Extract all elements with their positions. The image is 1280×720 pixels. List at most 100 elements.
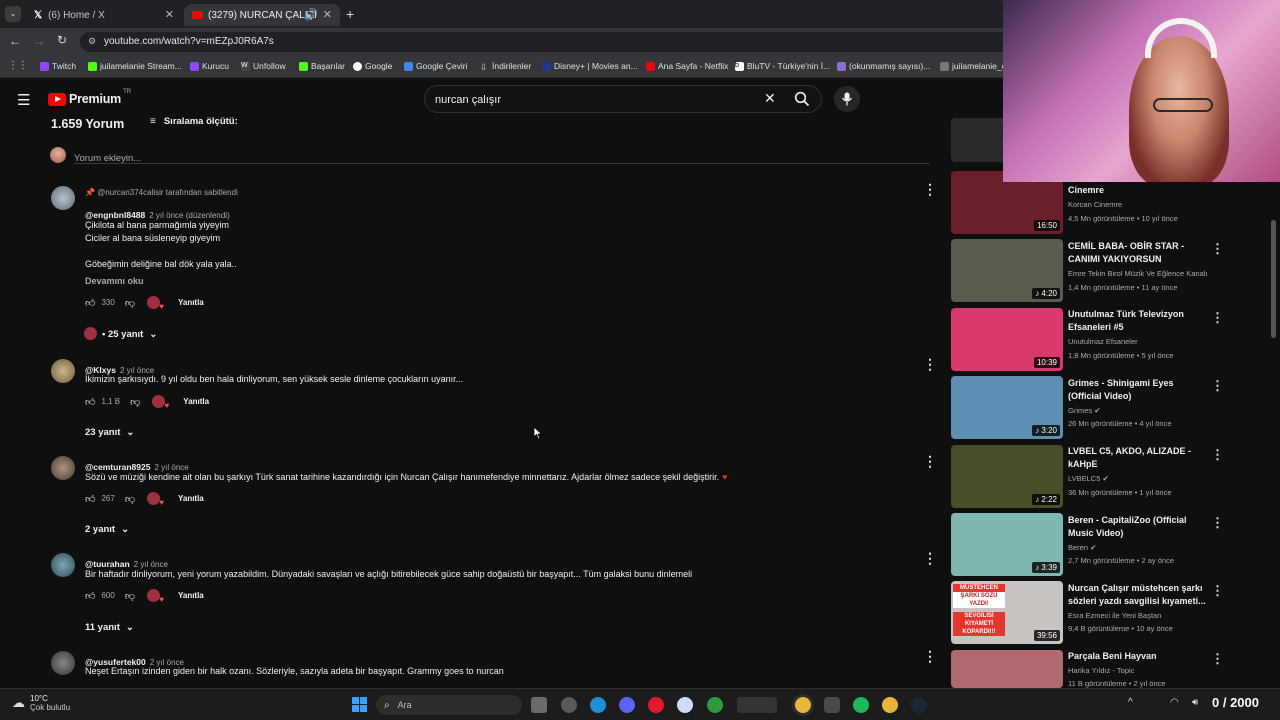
- site-info-icon[interactable]: ⚙: [88, 36, 96, 47]
- bookmark-kurucu[interactable]: Kurucu: [190, 61, 229, 71]
- bookmark-blutv[interactable]: b BluTV - Türkiye'nin İ...: [735, 61, 830, 71]
- bookmark-indirilenler[interactable]: ⇩ İndirilenler: [480, 61, 531, 72]
- channel-name[interactable]: Beren ✔: [1068, 543, 1096, 552]
- tray-chevron-icon[interactable]: ^: [1128, 697, 1133, 708]
- more-actions-icon[interactable]: ⋮: [1211, 515, 1224, 531]
- reply-button[interactable]: Yanıtla: [178, 591, 204, 600]
- wifi-icon[interactable]: ◠: [1170, 697, 1179, 708]
- channel-name[interactable]: Esra Ezmeci ile Yeni Baştan: [1068, 611, 1161, 620]
- bookmark-unfollow[interactable]: W Unfollow: [241, 61, 286, 71]
- like-icon[interactable]: 👍︎: [85, 297, 95, 309]
- discord-icon[interactable]: [619, 697, 635, 713]
- bookmark-juilamelanie[interactable]: juilamelanie_c: [940, 61, 1006, 71]
- bookmark-disney[interactable]: Disney+ | Movies an...: [542, 61, 638, 71]
- taskview-icon[interactable]: [561, 697, 577, 713]
- video-thumbnail[interactable]: [951, 650, 1063, 688]
- reply-button[interactable]: Yanıtla: [178, 298, 204, 307]
- tab-search-icon[interactable]: ⌄: [5, 6, 21, 22]
- speaker-icon[interactable]: 🔊: [304, 8, 318, 21]
- back-icon[interactable]: ←: [9, 34, 21, 48]
- weather-widget[interactable]: ☁ 10°C Çok bulutlu: [12, 694, 70, 712]
- steam-icon[interactable]: [911, 697, 927, 713]
- clear-search-icon[interactable]: ✕: [764, 90, 776, 107]
- like-icon[interactable]: 👍︎: [85, 590, 95, 602]
- more-actions-icon[interactable]: ⋮: [923, 551, 937, 565]
- bookmark-mail[interactable]: (okunmamış sayısı)...: [837, 61, 930, 71]
- dislike-icon[interactable]: 👎︎: [125, 493, 135, 505]
- channel-name[interactable]: Grimes ✔: [1068, 406, 1101, 415]
- page-scrollbar[interactable]: [1271, 220, 1276, 338]
- avatar[interactable]: [51, 651, 75, 675]
- video-title[interactable]: Parçala Beni Hayvan: [1068, 650, 1208, 663]
- more-actions-icon[interactable]: ⋮: [923, 649, 937, 663]
- tab-youtube[interactable]: (3279) NURCAN ÇALIŞIR: Ba 🔊 ✕: [184, 4, 340, 26]
- spotify-icon[interactable]: [853, 697, 869, 713]
- avatar[interactable]: [51, 359, 75, 383]
- chrome-icon[interactable]: [882, 697, 898, 713]
- replies-toggle[interactable]: • 25 yanıt ⌄: [102, 329, 157, 340]
- replies-toggle[interactable]: 2 yanıt ⌄: [85, 524, 129, 535]
- start-button[interactable]: [352, 697, 367, 712]
- bookmark-basarilar[interactable]: Başarılar: [299, 61, 345, 71]
- menu-icon[interactable]: ☰: [17, 91, 30, 109]
- dislike-icon[interactable]: 👎︎: [130, 396, 140, 408]
- voice-search-button[interactable]: [834, 86, 860, 112]
- apps-icon[interactable]: ⋮⋮: [8, 60, 28, 71]
- search-button[interactable]: [788, 86, 816, 112]
- youtube-logo[interactable]: Premium TR: [48, 89, 131, 106]
- new-tab-button[interactable]: +: [346, 6, 354, 22]
- more-actions-icon[interactable]: ⋮: [1211, 447, 1224, 463]
- kick-icon[interactable]: [737, 697, 777, 713]
- more-actions-icon[interactable]: ⋮: [1211, 310, 1224, 326]
- more-actions-icon[interactable]: ⋮: [1211, 378, 1224, 394]
- dislike-icon[interactable]: 👎︎: [125, 297, 135, 309]
- video-title[interactable]: Nurcan Çalışır müstehcen şarkı sözleri y…: [1068, 582, 1208, 608]
- dislike-icon[interactable]: 👎︎: [125, 590, 135, 602]
- sort-button[interactable]: ≡ Sıralama ölçütü:: [150, 116, 238, 127]
- xbox-icon[interactable]: [707, 697, 723, 713]
- bookmark-google[interactable]: Google: [353, 61, 392, 71]
- like-icon[interactable]: 👍︎: [85, 493, 95, 505]
- channel-name[interactable]: Korcan Cinemre: [1068, 200, 1122, 209]
- search-input[interactable]: nurcan çalışır: [424, 85, 822, 113]
- volume-icon[interactable]: 🔊︎: [1192, 697, 1198, 708]
- video-thumbnail[interactable]: ♪ 4:20: [951, 239, 1063, 302]
- channel-name[interactable]: LVBELC5 ✔: [1068, 474, 1109, 483]
- app-icon[interactable]: [677, 697, 693, 713]
- avatar[interactable]: [51, 456, 75, 480]
- video-title[interactable]: CEMİL BABA- OBİR STAR - CANIMI YAKIYORSU…: [1068, 240, 1208, 266]
- add-comment-input[interactable]: Yorum ekleyin...: [74, 148, 930, 164]
- video-title[interactable]: Grimes - Shinigami Eyes (Official Video): [1068, 377, 1208, 403]
- video-title[interactable]: Cinemre: [1068, 184, 1208, 197]
- bookmark-netflix[interactable]: Ana Sayfa - Netflix: [646, 61, 728, 71]
- video-thumbnail[interactable]: ♪ 3:20: [951, 376, 1063, 439]
- read-more-button[interactable]: Devamını oku: [85, 276, 144, 286]
- video-title[interactable]: Beren - CapitaliZoo (Official Music Vide…: [1068, 514, 1208, 540]
- more-actions-icon[interactable]: ⋮: [923, 182, 937, 196]
- close-tab-icon[interactable]: ✕: [165, 8, 174, 21]
- bookmark-twitch[interactable]: Twitch: [40, 61, 76, 71]
- bookmark-stream[interactable]: juilamelanie Stream...: [88, 61, 182, 71]
- replies-toggle[interactable]: 11 yanıt ⌄: [85, 622, 134, 633]
- forward-icon[interactable]: →: [33, 34, 45, 48]
- replies-toggle[interactable]: 23 yanıt ⌄: [85, 427, 134, 438]
- channel-name[interactable]: Harika Yıldız - Topic: [1068, 666, 1134, 675]
- reply-button[interactable]: Yanıtla: [178, 494, 204, 503]
- reply-button[interactable]: Yanıtla: [183, 397, 209, 406]
- file-explorer-icon[interactable]: [531, 697, 547, 713]
- more-actions-icon[interactable]: ⋮: [923, 454, 937, 468]
- video-thumbnail[interactable]: MÜSTEHCEN ŞARKI SÖZÜ YAZDI! SEVGİLİSİ KI…: [951, 581, 1063, 644]
- video-thumbnail[interactable]: ♪ 3:39: [951, 513, 1063, 576]
- edge-icon[interactable]: [590, 697, 606, 713]
- chrome-icon[interactable]: [795, 697, 811, 713]
- more-actions-icon[interactable]: ⋮: [1211, 583, 1224, 599]
- app-icon[interactable]: [824, 697, 840, 713]
- like-icon[interactable]: 👍︎: [85, 396, 95, 408]
- channel-name[interactable]: Emre Tekin Birol Müzik Ve Eğlence Kanalı: [1068, 269, 1208, 278]
- bookmark-google-ceviri[interactable]: Google Çeviri: [404, 61, 468, 71]
- video-title[interactable]: LVBEL C5, AKDO, ALIZADE - kAHpE: [1068, 445, 1208, 471]
- avatar[interactable]: [51, 186, 75, 210]
- reload-icon[interactable]: ↻: [57, 33, 67, 47]
- close-tab-icon[interactable]: ✕: [323, 8, 332, 21]
- more-actions-icon[interactable]: ⋮: [923, 357, 937, 371]
